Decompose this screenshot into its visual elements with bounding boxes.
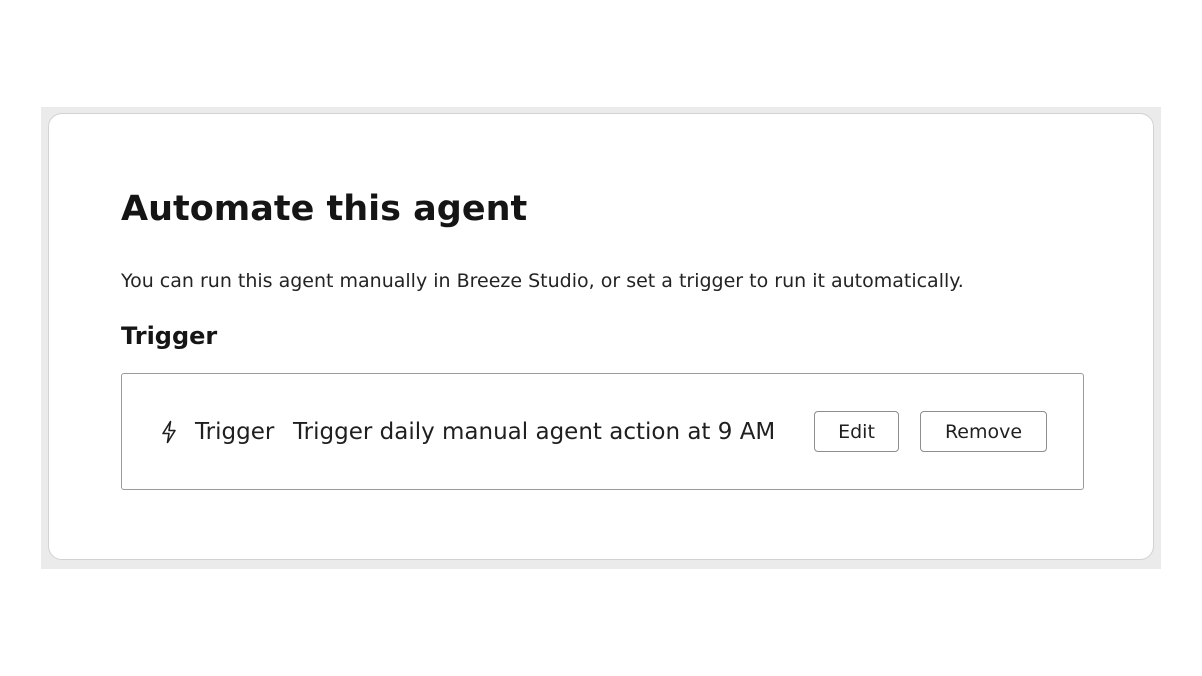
remove-trigger-button[interactable]: Remove xyxy=(920,411,1047,452)
edit-trigger-button[interactable]: Edit xyxy=(814,411,899,452)
panel-description: You can run this agent manually in Breez… xyxy=(121,270,964,292)
trigger-card: Trigger Trigger daily manual agent actio… xyxy=(121,373,1084,490)
trigger-description: Trigger daily manual agent action at 9 A… xyxy=(293,419,776,445)
panel-title: Automate this agent xyxy=(121,189,528,229)
trigger-label: Trigger xyxy=(195,419,275,445)
trigger-section-heading: Trigger xyxy=(121,322,218,350)
lightning-bolt-icon xyxy=(159,420,179,444)
automate-agent-panel: Automate this agent You can run this age… xyxy=(48,113,1154,560)
